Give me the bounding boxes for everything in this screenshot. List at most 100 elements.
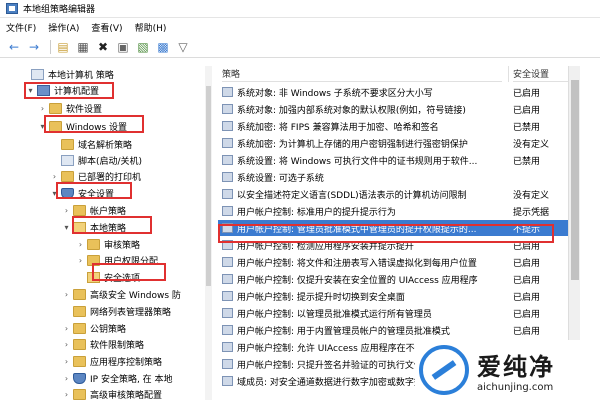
policy-row[interactable]: 系统对象: 加强内部系统对象的默认权限(例如，符号链接) 已启用 [218, 101, 568, 117]
tree-item[interactable]: › 高级安全 Windows 防 [62, 286, 181, 302]
tree-expander-icon[interactable]: ▾ [38, 122, 47, 131]
folder-icon [73, 338, 86, 350]
folder-icon [61, 170, 74, 182]
policy-item-icon [222, 121, 233, 131]
tree-expander-icon[interactable]: › [76, 240, 85, 249]
tree-item[interactable]: › 软件限制策略 [62, 336, 144, 352]
forward-icon[interactable]: → [26, 39, 42, 55]
show-tree-icon[interactable]: ▦ [75, 39, 91, 55]
filter-icon[interactable]: ▽ [175, 39, 191, 55]
tree-item[interactable]: 本地计算机 策略 [20, 66, 114, 82]
tree-expander-icon[interactable]: ▾ [62, 223, 71, 232]
policy-item-icon [222, 223, 233, 233]
properties-icon[interactable]: ▣ [115, 39, 131, 55]
policy-setting-value: 不提示 [513, 224, 541, 235]
watermark-url: aichunjing.com [477, 382, 554, 393]
folder-open-icon [73, 221, 86, 233]
policy-row[interactable]: 系统加密: 将 FIPS 兼容算法用于加密、哈希和签名 已禁用 [218, 118, 568, 134]
tree-item[interactable]: › 审核策略 [76, 236, 140, 252]
policy-row[interactable]: 用户帐户控制: 以管理员批准模式运行所有管理员 已启用 [218, 305, 568, 321]
tree-expander-icon[interactable]: › [50, 172, 59, 181]
shield-icon [73, 372, 86, 384]
tree-item[interactable]: › 已部署的打印机 [50, 168, 141, 184]
policy-name: 系统对象: 非 Windows 子系统不要求区分大小写 [237, 88, 433, 99]
tree-item[interactable]: › 软件设置 [38, 100, 102, 116]
folder-icon [49, 120, 62, 132]
tree-item-label: 计算机配置 [54, 86, 100, 97]
policy-row[interactable]: 以安全描述符定义语言(SDDL)语法表示的计算机访问限制 没有定义 [218, 186, 568, 202]
column-header-policy-label: 策略 [222, 70, 241, 80]
up-folder-icon[interactable]: ▤ [55, 39, 71, 55]
tree-item-label: 本地策略 [90, 223, 127, 234]
policydoc-icon [31, 68, 44, 80]
export-icon[interactable]: ▧ [135, 39, 151, 55]
policy-item-icon [222, 104, 233, 114]
tree-expander-icon[interactable]: › [62, 357, 71, 366]
tree-expander-icon[interactable]: ▾ [26, 86, 35, 95]
column-header-setting[interactable]: 安全设置 [513, 66, 568, 82]
tree-item-label: 审核策略 [104, 240, 141, 251]
policy-setting-value: 已启用 [513, 88, 541, 99]
tree-item[interactable]: › 高级审核策略配置 [62, 386, 162, 400]
tree-item[interactable]: › 用户权限分配 [76, 252, 158, 268]
policy-setting-value: 已启用 [513, 309, 541, 320]
policy-row[interactable]: 用户帐户控制: 用于内置管理员帐户的管理员批准模式 已启用 [218, 322, 568, 338]
policy-item-icon [222, 87, 233, 97]
policy-name: 用户帐户控制: 检测应用程序安装并提示提升 [237, 241, 414, 252]
tree-item[interactable]: ▾ 计算机配置 [26, 82, 99, 98]
tree-item[interactable]: › 帐户策略 [62, 202, 126, 218]
tree-item[interactable]: › 公钥策略 [62, 320, 126, 336]
policy-row[interactable]: 用户帐户控制: 提示提升时切换到安全桌面 已启用 [218, 288, 568, 304]
policy-row[interactable]: 用户帐户控制: 将文件和注册表写入错误虚拟化到每用户位置 已启用 [218, 254, 568, 270]
policy-item-icon [222, 240, 233, 250]
menu-help[interactable]: 帮助(H) [135, 21, 167, 34]
tree-expander-icon[interactable]: › [62, 324, 71, 333]
policy-row[interactable]: 用户帐户控制: 管理员批准模式中管理员的提升权限提示的... 不提示 [218, 220, 568, 236]
tree-item[interactable]: 网络列表管理器策略 [62, 303, 171, 319]
tree-scrollbar[interactable] [205, 66, 212, 400]
tree-item[interactable]: ▾ 本地策略 [62, 219, 126, 235]
back-icon[interactable]: ← [6, 39, 22, 55]
tree-expander-icon[interactable]: › [76, 256, 85, 265]
tree-expander-icon[interactable]: › [62, 374, 71, 383]
menu-view[interactable]: 查看(V) [91, 21, 122, 34]
menu-file[interactable]: 文件(F) [6, 21, 36, 34]
delete-icon[interactable]: ✖ [95, 39, 111, 55]
policy-name: 以安全描述符定义语言(SDDL)语法表示的计算机访问限制 [237, 190, 467, 201]
tree-item[interactable]: 脚本(启动/关机) [50, 152, 142, 168]
tree-expander-icon[interactable]: › [38, 104, 47, 113]
tree-expander-icon[interactable]: › [62, 390, 71, 399]
tree-item[interactable]: ▾ 安全设置 [50, 185, 114, 201]
tree-item-label: 安全设置 [78, 189, 115, 200]
policy-item-icon [222, 172, 233, 182]
policy-item-icon [222, 359, 233, 369]
tree-expander-icon[interactable]: › [62, 206, 71, 215]
tree-expander-icon[interactable]: › [62, 290, 71, 299]
app-icon [6, 3, 18, 14]
tree-expander-icon[interactable]: ▾ [50, 189, 59, 198]
policy-item-icon [222, 376, 233, 386]
tree-item-label: 安全选项 [104, 273, 141, 284]
tree-item[interactable]: › IP 安全策略, 在 本地 [62, 370, 173, 386]
policy-setting-value: 已启用 [513, 241, 541, 252]
tree-item[interactable]: › 应用程序控制策略 [62, 353, 162, 369]
tree-expander-icon[interactable]: › [62, 340, 71, 349]
tree-item[interactable]: 域名解析策略 [50, 136, 132, 152]
policy-row[interactable]: 用户帐户控制: 仅提升安装在安全位置的 UIAccess 应用程序 已启用 [218, 271, 568, 287]
policy-row[interactable]: 系统对象: 非 Windows 子系统不要求区分大小写 已启用 [218, 84, 568, 100]
column-separator[interactable] [508, 66, 509, 82]
menu-action[interactable]: 操作(A) [48, 21, 79, 34]
tree-item[interactable]: 安全选项 [76, 269, 140, 285]
policy-row[interactable]: 系统设置: 将 Windows 可执行文件中的证书规则用于软件... 已禁用 [218, 152, 568, 168]
tree-item-label: 本地计算机 策略 [48, 70, 114, 81]
policy-scroll-thumb[interactable] [571, 80, 579, 280]
policy-row[interactable]: 系统加密: 为计算机上存储的用户密钥强制进行强密钥保护 没有定义 [218, 135, 568, 151]
column-header-policy[interactable]: 策略 [222, 66, 502, 82]
policy-row[interactable]: 用户帐户控制: 标准用户的提升提示行为 提示凭据 [218, 203, 568, 219]
policy-row[interactable]: 系统设置: 可选子系统 [218, 169, 568, 185]
shield-icon [61, 187, 74, 199]
tree-scroll-thumb[interactable] [206, 86, 211, 286]
policy-row[interactable]: 用户帐户控制: 检测应用程序安装并提示提升 已启用 [218, 237, 568, 253]
tree-item[interactable]: ▾ Windows 设置 [38, 118, 127, 134]
help-icon[interactable]: ▩ [155, 39, 171, 55]
